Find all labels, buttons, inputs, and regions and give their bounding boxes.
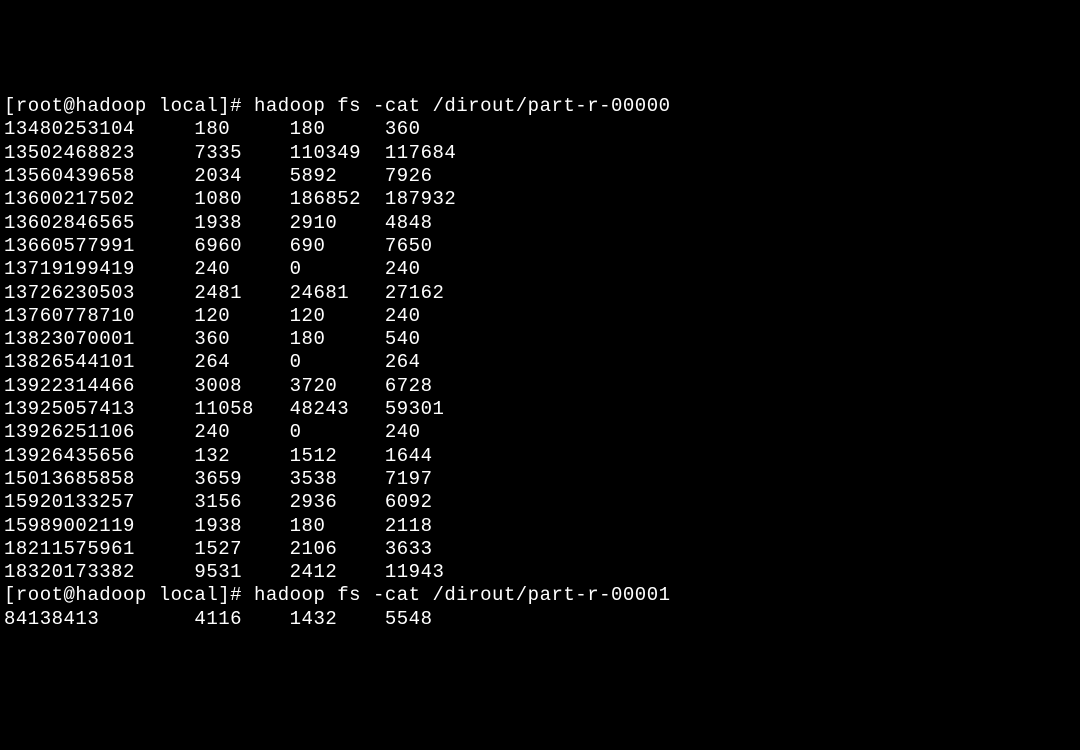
output-row: 13719199419 240 0 240 [4,258,1076,281]
output-row: 15920133257 3156 2936 6092 [4,491,1076,514]
shell-prompt-1: [root@hadoop local]# hadoop fs -cat /dir… [4,95,1076,118]
output-row: 13600217502 1080 186852 187932 [4,188,1076,211]
output-row: 13660577991 6960 690 7650 [4,235,1076,258]
terminal-output[interactable]: [root@hadoop local]# hadoop fs -cat /dir… [4,95,1076,631]
output-row: 13480253104 180 180 360 [4,118,1076,141]
output-row: 13823070001 360 180 540 [4,328,1076,351]
output-row: 13602846565 1938 2910 4848 [4,212,1076,235]
output-row: 13726230503 2481 24681 27162 [4,282,1076,305]
output-row: 13560439658 2034 5892 7926 [4,165,1076,188]
shell-prompt-2: [root@hadoop local]# hadoop fs -cat /dir… [4,584,1076,607]
output-row: 15013685858 3659 3538 7197 [4,468,1076,491]
output-row: 13760778710 120 120 240 [4,305,1076,328]
output-row: 18211575961 1527 2106 3633 [4,538,1076,561]
output-row: 13922314466 3008 3720 6728 [4,375,1076,398]
output-row: 13925057413 11058 48243 59301 [4,398,1076,421]
output-row: 84138413 4116 1432 5548 [4,608,1076,631]
output-row: 13926435656 132 1512 1644 [4,445,1076,468]
output-row: 18320173382 9531 2412 11943 [4,561,1076,584]
output-row: 15989002119 1938 180 2118 [4,515,1076,538]
output-row: 13926251106 240 0 240 [4,421,1076,444]
output-row: 13826544101 264 0 264 [4,351,1076,374]
output-row: 13502468823 7335 110349 117684 [4,142,1076,165]
